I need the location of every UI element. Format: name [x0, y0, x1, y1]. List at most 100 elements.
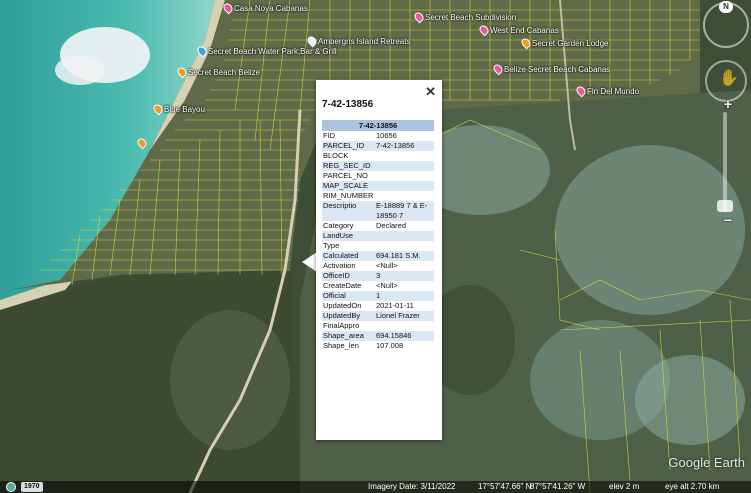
attribute-value — [375, 181, 434, 191]
status-bar: 1970 Imagery Date: 3/11/2022 17°57'47.66… — [0, 481, 751, 493]
google-earth-logo: Google Earth — [668, 455, 745, 470]
attribute-key: LandUse — [322, 231, 375, 241]
attribute-key: Category — [323, 221, 354, 230]
place-label: Secret Beach Subdivision — [425, 12, 517, 22]
longitude-readout: 87°57'41.26" W — [530, 482, 586, 491]
attribute-value: Declared — [376, 221, 407, 230]
zoom-slider-handle[interactable] — [717, 200, 733, 212]
table-row: PARCEL_ID 7-42-13856 — [322, 141, 434, 151]
attribute-value: 7-42-13856 — [375, 141, 434, 151]
table-row: BLOCK — [322, 151, 434, 161]
table-row: Official 1 — [322, 291, 434, 301]
table-row: Category Declared — [322, 221, 434, 231]
attribute-value: 10656 — [376, 131, 397, 140]
hand-icon[interactable]: ✋ — [719, 68, 739, 88]
attribute-value — [375, 231, 434, 241]
pin-icon — [195, 44, 209, 58]
table-row: Calculated 694.181 S.M. — [322, 251, 434, 261]
attribute-value — [375, 161, 434, 171]
attribute-key: RIM_NUMBER — [323, 191, 374, 200]
pin-icon — [412, 10, 426, 24]
place-label: Belize Secret Beach Cabanas — [504, 64, 611, 74]
table-row: RIM_NUMBER — [322, 191, 434, 201]
attribute-value: E-18889 7 & E-18950 7 — [375, 201, 434, 221]
pin-icon — [519, 36, 533, 50]
table-row: Descriptio E-18889 7 & E-18950 7 — [322, 201, 434, 221]
zoom-slider-track[interactable] — [723, 112, 727, 212]
pin-icon — [135, 136, 149, 150]
place-marker[interactable]: West End Cabanas — [477, 23, 559, 37]
table-row: Activation <Null> — [322, 261, 434, 271]
latitude-readout: 17°57'47.66" N — [478, 482, 532, 491]
attribute-value — [375, 171, 434, 181]
attribute-value: 1 — [375, 291, 434, 301]
attribute-value: <Null> — [376, 281, 398, 290]
table-row: Shape_len 107.008 — [322, 341, 434, 351]
place-marker[interactable]: Ambergris Island Retreats — [305, 34, 411, 48]
attribute-key: Type — [323, 241, 340, 250]
table-row: FID 10656 — [322, 131, 434, 141]
table-row: PARCEL_NO — [322, 171, 434, 181]
place-label: Ambergris Island Retreats — [318, 36, 411, 46]
attribute-key: FID — [323, 131, 336, 140]
attribute-key: MAP_SCALE — [322, 181, 375, 191]
table-row: REG_SEC_ID — [322, 161, 434, 171]
place-label: Secret Garden Lodge — [532, 38, 609, 48]
place-label: Fin Del Mundo — [587, 86, 640, 96]
table-row: UpdatedBy Lionel Frazer — [322, 311, 434, 321]
attribute-value — [375, 191, 434, 201]
attribute-key: Calculated — [322, 251, 375, 261]
place-label: West End Cabanas — [490, 25, 559, 35]
balloon-pointer — [302, 252, 317, 272]
table-row: OfficeID 3 — [322, 271, 434, 281]
place-label: Blue Bayou — [164, 104, 205, 114]
zoom-out-button[interactable]: − — [724, 212, 732, 228]
place-marker[interactable]: Secret Beach Subdivision — [412, 10, 517, 24]
table-row: MAP_SCALE — [322, 181, 434, 191]
place-marker[interactable]: Fin Del Mundo — [574, 84, 640, 98]
eye-altitude-readout: eye alt 2.70 km — [665, 482, 720, 491]
attribute-value — [375, 321, 434, 331]
attribute-key: Official — [322, 291, 375, 301]
elevation-readout: elev 2 m — [609, 482, 640, 491]
place-label: Casa Noya Cabanas — [234, 3, 308, 13]
place-marker[interactable]: Casa Noya Cabanas — [221, 1, 308, 15]
place-label: Secret Beach Belize — [188, 67, 261, 77]
close-icon[interactable]: ✕ — [425, 84, 436, 100]
place-marker[interactable]: Secret Beach Belize — [175, 65, 261, 79]
table-header: 7-42-13856 — [322, 120, 434, 131]
globe-icon[interactable] — [6, 482, 16, 492]
balloon-title: 7-42-13856 — [322, 99, 374, 110]
imagery-date: Imagery Date: 3/11/2022 — [368, 482, 456, 491]
historical-year-badge[interactable]: 1970 — [21, 482, 43, 492]
attribute-key: UpdatedBy — [322, 311, 375, 321]
pin-icon — [477, 23, 491, 37]
attribute-value: 694.181 S.M. — [375, 251, 434, 261]
place-marker[interactable]: Belize Secret Beach Cabanas — [491, 62, 611, 76]
attribute-key: OfficeID — [322, 271, 375, 281]
table-row: Shape_area 694.15846 — [322, 331, 434, 341]
attribute-value: Lionel Frazer — [375, 311, 434, 321]
attribute-key: PARCEL_ID — [322, 141, 375, 151]
table-row: Type — [322, 241, 434, 251]
pin-icon — [151, 102, 165, 116]
attribute-key: BLOCK — [323, 151, 349, 160]
compass-control[interactable]: N — [703, 1, 749, 48]
attribute-key: Shape_len — [323, 341, 359, 350]
attribute-key: UpdatedOn — [323, 301, 362, 310]
place-marker[interactable]: Blue Bayou — [151, 102, 205, 116]
attribute-value: 3 — [375, 271, 434, 281]
attribute-key: Activation — [323, 261, 356, 270]
zoom-in-button[interactable]: + — [724, 96, 732, 112]
attribute-key: REG_SEC_ID — [322, 161, 375, 171]
place-marker[interactable] — [135, 136, 149, 150]
north-indicator[interactable]: N — [719, 1, 733, 13]
attribute-value: 694.15846 — [375, 331, 434, 341]
pin-icon — [574, 84, 588, 98]
table-row: FinalAppro — [322, 321, 434, 331]
place-marker[interactable]: Secret Beach Water Park,Bar & Grill — [195, 44, 337, 58]
place-marker[interactable]: Secret Garden Lodge — [519, 36, 609, 50]
attribute-key: Descriptio — [322, 201, 375, 221]
attribute-table: 7-42-13856 FID 10656 PARCEL_ID 7-42-13856 BL… — [322, 120, 434, 351]
attribute-key: PARCEL_NO — [323, 171, 368, 180]
